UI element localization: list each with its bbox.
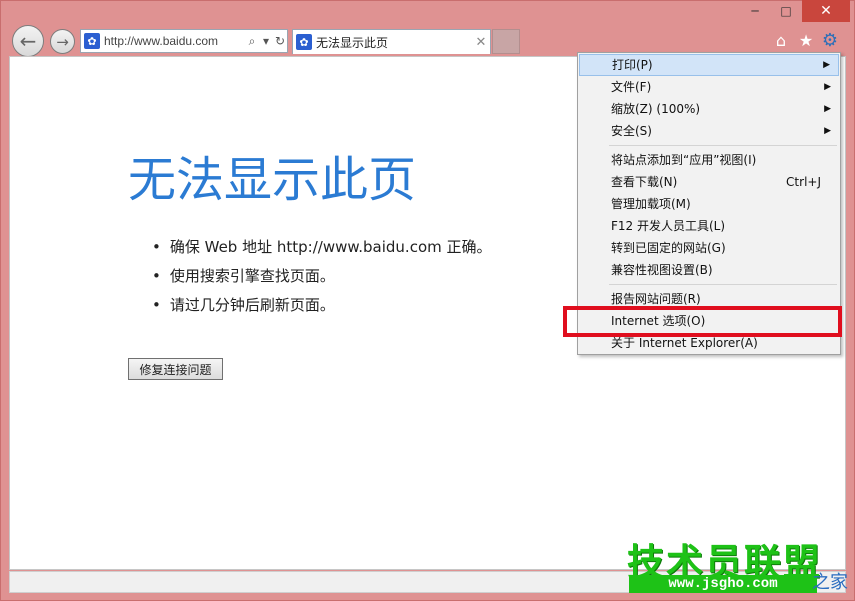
menu-item-label: 兼容性视图设置(B) (611, 263, 713, 277)
tab-title: 无法显示此页 (316, 35, 389, 50)
highlight-box (563, 306, 842, 337)
menu-item-label: 将站点添加到“应用”视图(I) (611, 153, 757, 167)
baidu-favicon-icon: ✿ (296, 34, 312, 50)
menu-item-manage-addons[interactable]: 管理加载项(M) (579, 193, 839, 215)
new-tab-button[interactable] (492, 29, 520, 54)
menu-item-label: 转到已固定的网站(G) (611, 241, 726, 255)
close-button[interactable]: ✕ (802, 0, 850, 22)
baidu-favicon-icon: ✿ (84, 33, 100, 49)
page-title: 无法显示此页 (128, 152, 417, 208)
menu-item-label: 打印(P) (612, 58, 653, 72)
list-item: 确保 Web 地址 http://www.baidu.com 正确。 (152, 236, 492, 265)
menu-item-view-downloads[interactable]: 查看下载(N) Ctrl+J (579, 171, 839, 193)
watermark-url: www.jsgho.com (629, 575, 817, 593)
forward-button[interactable]: → (50, 29, 75, 54)
menu-item-label: 管理加载项(M) (611, 197, 691, 211)
fix-connection-button[interactable]: 修复连接问题 (128, 358, 223, 380)
submenu-arrow-icon: ▶ (823, 60, 830, 70)
address-input[interactable]: http://www.baidu.com (104, 34, 245, 48)
gear-icon[interactable]: ⚙ (819, 29, 841, 51)
menu-item-label: 查看下载(N) (611, 175, 678, 189)
tab-active[interactable]: ✿ 无法显示此页 ✕ (292, 29, 491, 54)
home-icon[interactable]: ⌂ (770, 29, 792, 51)
minimize-button[interactable]: ─ (740, 0, 770, 22)
menu-item-label: 文件(F) (611, 80, 652, 94)
menu-item-pinned-sites[interactable]: 转到已固定的网站(G) (579, 237, 839, 259)
submenu-arrow-icon: ▶ (824, 126, 831, 136)
menu-item-file[interactable]: 文件(F) ▶ (579, 76, 839, 98)
list-item: 使用搜索引擎查找页面。 (152, 265, 492, 294)
menu-item-label: 报告网站问题(R) (611, 292, 701, 306)
menu-item-safety[interactable]: 安全(S) ▶ (579, 120, 839, 142)
menu-item-compat-view[interactable]: 兼容性视图设置(B) (579, 259, 839, 281)
tab-close-icon[interactable]: ✕ (472, 35, 490, 50)
error-suggestions: 确保 Web 地址 http://www.baidu.com 正确。 使用搜索引… (152, 236, 492, 323)
address-bar[interactable]: ✿ http://www.baidu.com ⌕ ▾ ↻ (80, 29, 288, 53)
menu-item-zoom[interactable]: 缩放(Z) (100%) ▶ (579, 98, 839, 120)
menu-item-label: 缩放(Z) (100%) (611, 102, 701, 116)
menu-item-add-to-apps[interactable]: 将站点添加到“应用”视图(I) (579, 149, 839, 171)
menu-item-devtools[interactable]: F12 开发人员工具(L) (579, 215, 839, 237)
chevron-down-icon[interactable]: ▾ (259, 34, 273, 48)
favorites-star-icon[interactable]: ★ (795, 29, 817, 51)
menu-item-label: 关于 Internet Explorer(A) (611, 336, 758, 350)
submenu-arrow-icon: ▶ (824, 82, 831, 92)
back-button[interactable]: ← (12, 25, 44, 57)
refresh-icon[interactable]: ↻ (273, 34, 287, 48)
search-icon[interactable]: ⌕ (245, 34, 259, 49)
menu-item-label: 安全(S) (611, 124, 652, 138)
arrow-right-icon: → (56, 32, 69, 51)
submenu-arrow-icon: ▶ (824, 104, 831, 114)
watermark-suffix: 之家 (812, 572, 848, 593)
menu-separator (609, 145, 837, 146)
shortcut-label: Ctrl+J (786, 175, 821, 189)
menu-separator (609, 284, 837, 285)
maximize-button[interactable]: □ (771, 0, 801, 22)
arrow-left-icon: ← (19, 29, 37, 53)
list-item: 请过几分钟后刷新页面。 (152, 294, 492, 323)
menu-item-print[interactable]: 打印(P) ▶ (579, 54, 839, 76)
menu-item-label: F12 开发人员工具(L) (611, 219, 726, 233)
